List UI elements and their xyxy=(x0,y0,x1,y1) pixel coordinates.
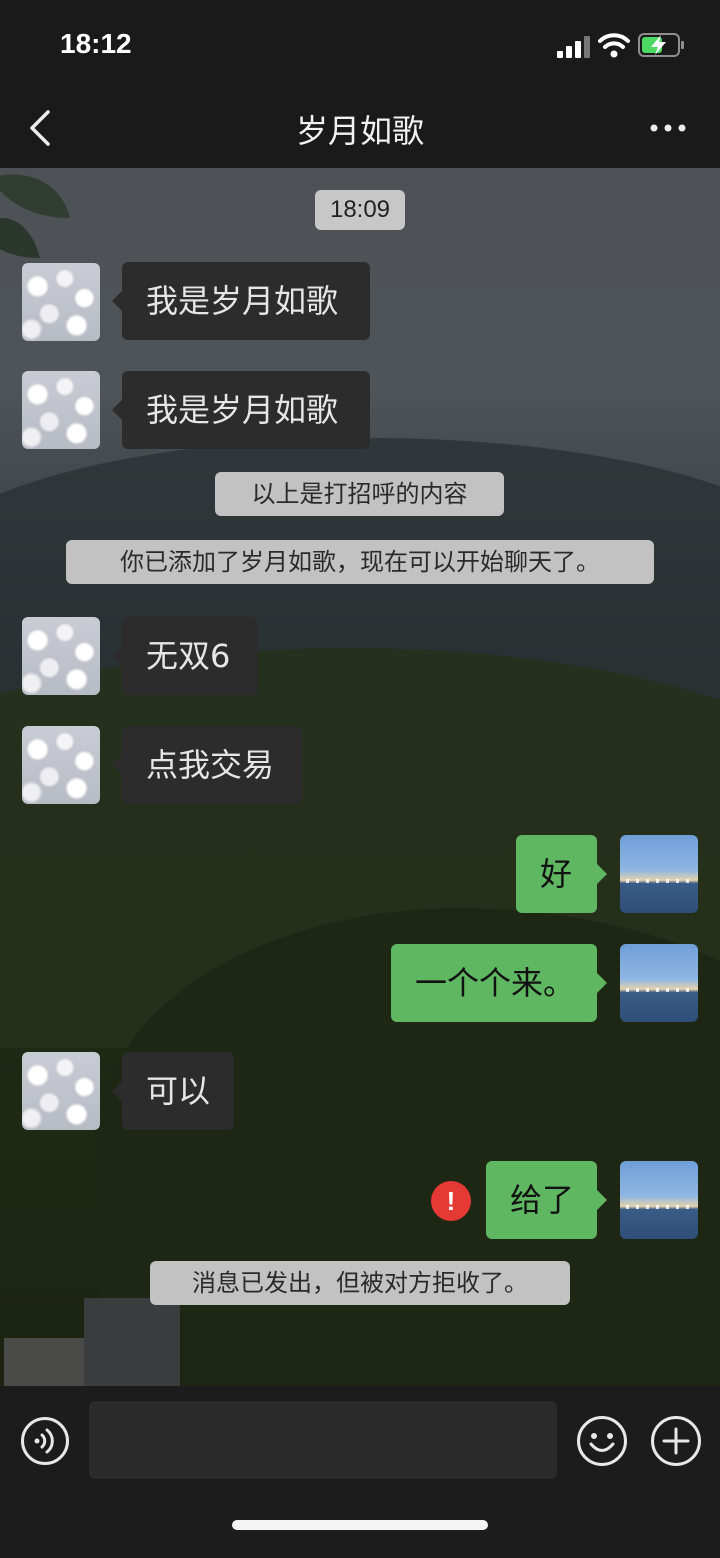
chat-background xyxy=(0,168,720,1386)
signal-icon xyxy=(557,36,590,58)
incoming-message[interactable]: 点我交易 xyxy=(112,726,302,804)
send-failed-icon[interactable]: ! xyxy=(431,1181,471,1221)
wifi-icon xyxy=(598,33,630,58)
incoming-message[interactable]: 可以 xyxy=(112,1052,234,1130)
status-bar: 18:12 xyxy=(0,0,720,88)
background-lot xyxy=(4,1338,90,1386)
battery-charging-icon xyxy=(638,33,684,57)
outgoing-message[interactable]: 一个个来。 xyxy=(391,944,607,1022)
incoming-message[interactable]: 我是岁月如歌 xyxy=(112,371,370,449)
my-avatar[interactable] xyxy=(620,1161,698,1239)
system-notice: 你已添加了岁月如歌，现在可以开始聊天了。 xyxy=(66,540,654,584)
contact-avatar[interactable] xyxy=(22,371,100,449)
home-indicator[interactable] xyxy=(232,1520,488,1530)
system-notice: 消息已发出，但被对方拒收了。 xyxy=(150,1261,570,1305)
message-input[interactable] xyxy=(89,1401,557,1479)
plus-icon[interactable] xyxy=(650,1415,702,1467)
emoji-icon[interactable] xyxy=(576,1415,628,1467)
outgoing-message[interactable]: 好 xyxy=(516,835,607,913)
chat-title: 岁月如歌 xyxy=(295,112,424,150)
contact-avatar[interactable] xyxy=(22,263,100,341)
contact-avatar[interactable] xyxy=(22,617,100,695)
back-arrow-icon[interactable] xyxy=(24,108,60,148)
background-building xyxy=(84,1298,180,1386)
system-notice: 以上是打招呼的内容 xyxy=(215,472,504,516)
input-bar xyxy=(0,1386,720,1558)
incoming-message[interactable]: 我是岁月如歌 xyxy=(112,262,370,340)
status-time: 18:12 xyxy=(60,28,132,59)
contact-avatar[interactable] xyxy=(22,1052,100,1130)
my-avatar[interactable] xyxy=(620,944,698,1022)
contact-avatar[interactable] xyxy=(22,726,100,804)
my-avatar[interactable] xyxy=(620,835,698,913)
voice-icon[interactable] xyxy=(20,1416,70,1466)
message-timestamp: 18:09 xyxy=(315,190,405,230)
chat-header: 岁月如歌 xyxy=(0,88,720,168)
more-dots-icon[interactable] xyxy=(648,118,688,138)
outgoing-message[interactable]: 给了 xyxy=(486,1161,607,1239)
incoming-message[interactable]: 无双6 xyxy=(112,617,258,695)
